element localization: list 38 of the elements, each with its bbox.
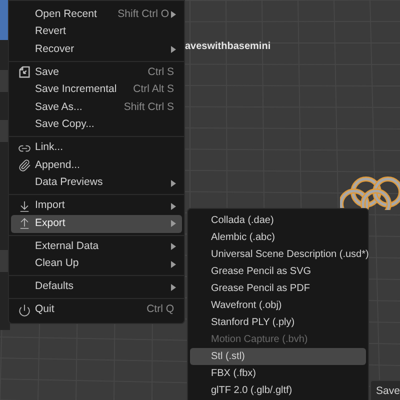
menu-item[interactable]: Export [11,215,182,232]
paperclip-icon [18,159,31,172]
menu-item[interactable]: Universal Scene Description (.usd*) [190,246,366,263]
save-button[interactable]: Save [370,380,400,400]
menu-item[interactable]: Stl (.stl) [190,348,366,365]
menu-item[interactable]: External Data [11,238,182,256]
menu-item[interactable]: Link... [11,140,182,157]
object-label: aveswithbasemini [185,40,271,54]
shortcut-label: Ctrl Q [146,302,174,318]
menu-item[interactable]: Clean Up [11,256,182,273]
menu-item[interactable]: Grease Pencil as SVG [190,263,366,280]
shortcut-label: Shift Ctrl S [124,100,174,115]
menu-item[interactable]: Grease Pencil as PDF [190,280,366,297]
menu-item[interactable]: glTF 2.0 (.glb/.gltf) [190,382,366,399]
menu-item[interactable]: Append... [11,157,182,174]
menu-item[interactable]: Data Previews [11,174,182,192]
menu-item[interactable]: Alembic (.abc) [190,229,366,246]
menu-item[interactable]: Wavefront (.obj) [190,297,366,314]
menu-item[interactable]: Save Incremental Ctrl Alt S [11,82,182,99]
power-icon [18,304,31,317]
shortcut-label: Ctrl Alt S [133,82,174,98]
shortcut-label: Shift Ctrl O [118,6,169,22]
menu-item[interactable]: Recover [11,41,182,58]
menu-item[interactable]: Import [11,198,182,215]
menu-item[interactable]: Open Recent Shift Ctrl O [11,6,182,24]
menu-item[interactable]: Collada (.dae) [190,212,366,229]
menu-item[interactable]: Save As... Shift Ctrl S [11,99,182,116]
menu-item[interactable]: Stanford PLY (.ply) [190,314,366,331]
menu-item[interactable]: Revert [11,24,182,41]
menu-item[interactable]: Defaults [11,278,182,296]
menu-item[interactable]: Save Ctrl S [11,64,182,82]
menu-item[interactable]: FBX (.fbx) [190,365,366,382]
save-icon [18,66,31,80]
import-icon [18,200,31,213]
menu-item[interactable]: Quit Ctrl Q [11,302,182,319]
shortcut-label: Ctrl S [148,64,174,80]
menu-item[interactable]: Save Copy... [11,116,182,134]
export-icon [18,217,31,230]
